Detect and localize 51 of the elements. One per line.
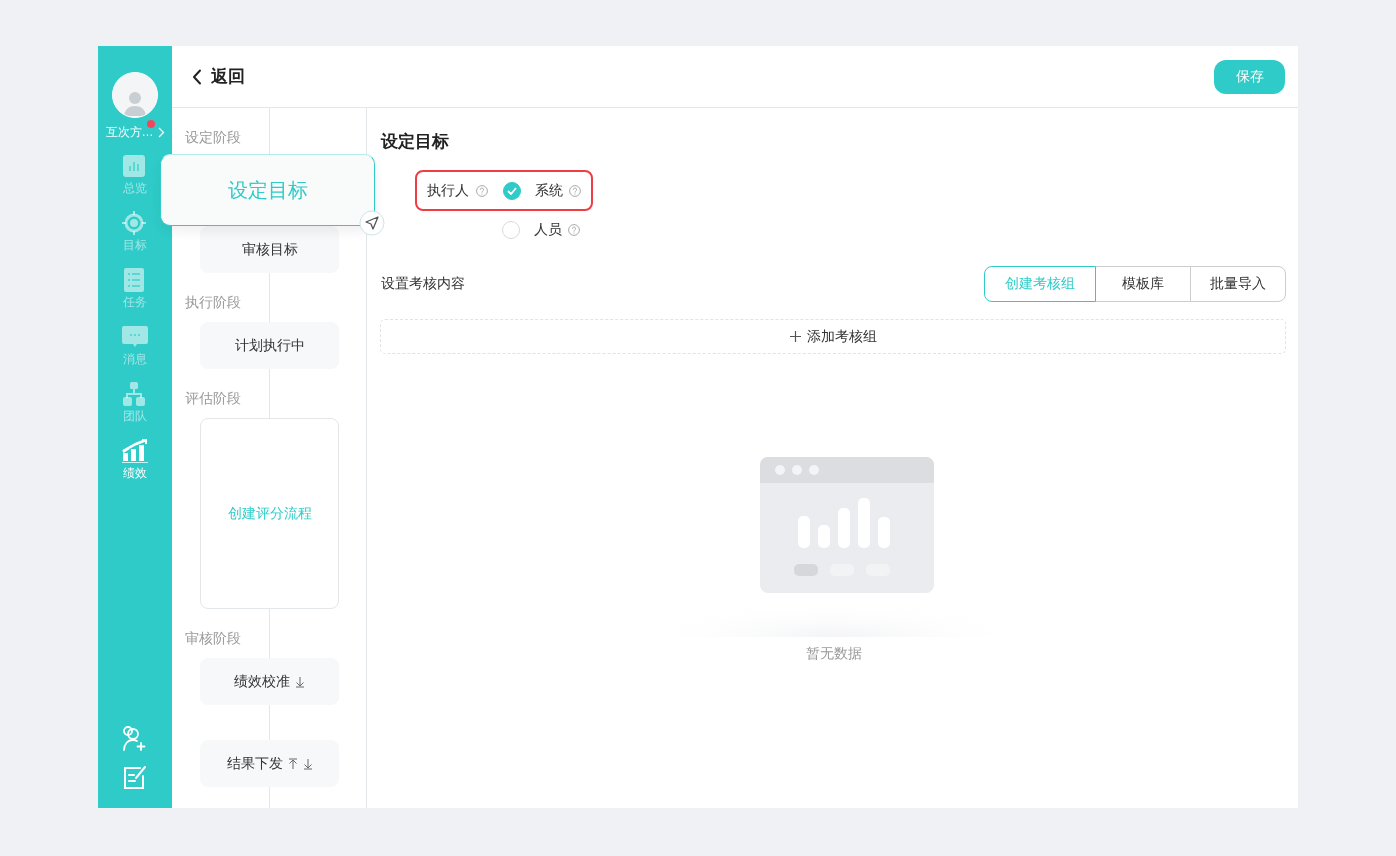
save-button[interactable]: 保存 — [1214, 59, 1285, 94]
step-card[interactable]: 审核目标 — [200, 226, 339, 273]
chat-bubble-icon — [122, 325, 148, 349]
down-arrow-icon[interactable] — [295, 675, 305, 688]
user-name[interactable]: 互次方… — [105, 124, 154, 140]
empty-message: 暂无数据 — [805, 645, 862, 663]
radio-option[interactable]: 系统 — [503, 181, 581, 200]
segment-tab[interactable]: 批量导入 — [1190, 266, 1286, 302]
chevron-right-icon[interactable] — [157, 126, 165, 138]
help-icon[interactable] — [569, 184, 581, 197]
down-arrow-icon[interactable] — [302, 757, 313, 770]
up-arrow-icon[interactable] — [287, 757, 298, 770]
back-button[interactable]: 返回 — [192, 65, 245, 88]
nav-item[interactable]: 团队 — [111, 382, 159, 425]
add-group-button[interactable]: 添加考核组 — [380, 319, 1286, 354]
step-card[interactable]: 设定目标 — [160, 154, 375, 226]
org-chart-icon — [122, 382, 148, 406]
nav-item[interactable]: 任务 — [111, 268, 159, 311]
help-icon[interactable] — [568, 224, 580, 236]
nav-item[interactable]: 消息 — [111, 325, 159, 368]
send-icon[interactable] — [359, 210, 385, 236]
radio-button[interactable] — [503, 181, 521, 200]
segment-tab[interactable]: 模板库 — [1095, 266, 1191, 302]
section-label: 设置考核内容 — [381, 275, 465, 293]
stage-label: 执行阶段 — [185, 293, 242, 312]
stage-label: 设定阶段 — [185, 128, 242, 147]
edit-note-icon[interactable] — [122, 764, 148, 790]
avatar[interactable] — [112, 72, 158, 118]
step-card[interactable]: 计划执行中 — [200, 322, 339, 369]
step-card[interactable]: 结果下发 — [200, 740, 339, 787]
chevron-left-icon — [192, 68, 202, 85]
segment-tab[interactable]: 创建考核组 — [984, 266, 1096, 302]
step-card[interactable]: 创建评分流程 — [200, 418, 339, 609]
growth-chart-icon — [122, 439, 148, 463]
stage-label: 评估阶段 — [185, 389, 242, 408]
stage-label: 审核阶段 — [185, 629, 242, 648]
radio-option[interactable]: 人员 — [502, 221, 580, 239]
option-label: 人员 — [534, 221, 562, 239]
section-title: 设定目标 — [381, 131, 450, 153]
field-label: 执行人 — [427, 181, 469, 200]
target-icon — [122, 211, 148, 235]
nav-item[interactable]: 绩效 — [111, 439, 159, 482]
add-person-icon[interactable] — [122, 726, 148, 752]
nav-item[interactable]: 总览 — [111, 154, 159, 197]
plus-icon — [789, 331, 801, 342]
check-icon — [507, 186, 517, 195]
bar-chart-icon — [122, 154, 148, 178]
step-card[interactable]: 绩效校准 — [200, 658, 339, 705]
option-label: 系统 — [535, 181, 563, 200]
nav-item[interactable]: 目标 — [111, 211, 159, 254]
help-icon[interactable] — [476, 184, 488, 197]
